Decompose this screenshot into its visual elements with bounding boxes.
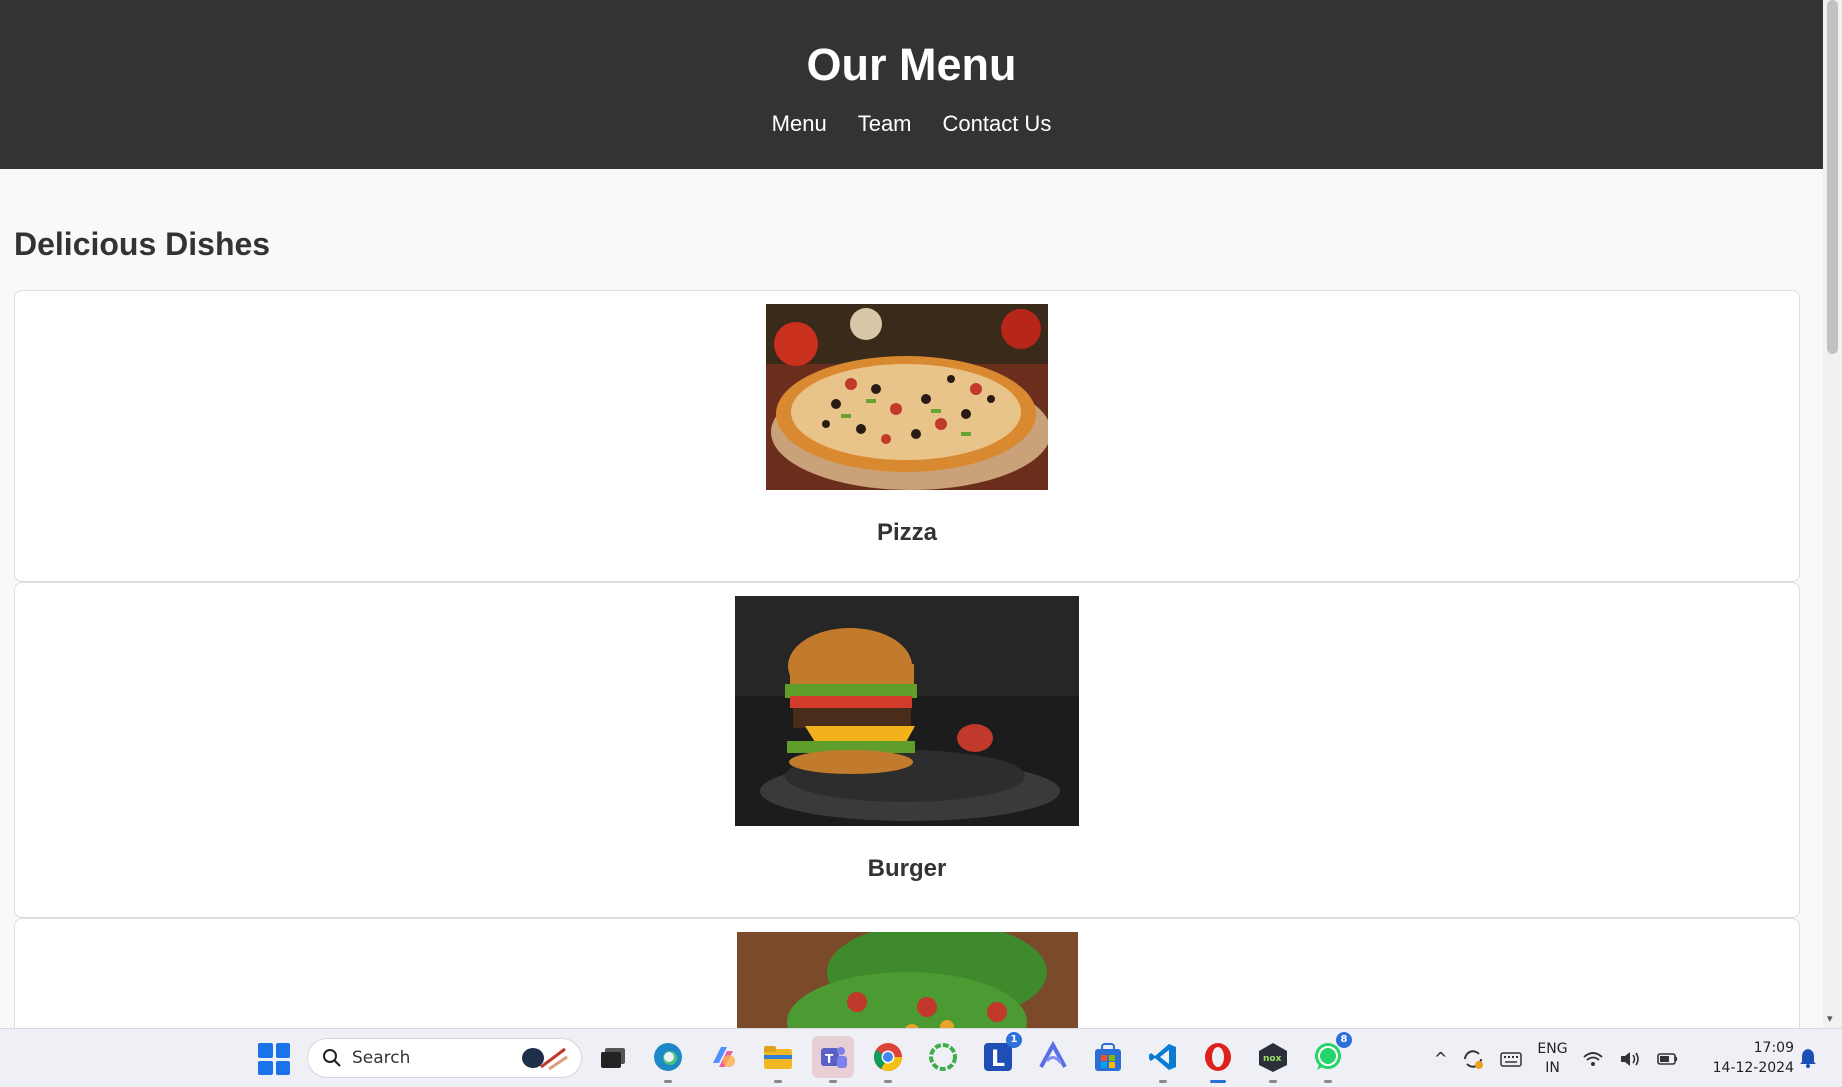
teams-icon[interactable]: T — [812, 1036, 854, 1083]
dish-card-salad[interactable] — [14, 918, 1800, 1028]
burger-image — [735, 596, 1079, 826]
nav-link-menu[interactable]: Menu — [772, 111, 827, 137]
main-nav: Menu Team Contact Us — [0, 111, 1823, 137]
opera-icon[interactable] — [1197, 1036, 1239, 1083]
volume-icon[interactable] — [1618, 1049, 1642, 1069]
dish-list: Pizza Burger — [14, 290, 1800, 1028]
pizza-image — [766, 304, 1048, 490]
whatsapp-icon[interactable]: 8 — [1307, 1032, 1352, 1083]
taskbar: Search T L 1 nox 8 ^ ENG IN 17:09 14-12-… — [0, 1028, 1842, 1087]
chrome-icon[interactable] — [867, 1036, 909, 1083]
nav-link-contact[interactable]: Contact Us — [943, 111, 1052, 137]
search-highlight-icon — [522, 1047, 568, 1071]
edge-icon[interactable] — [647, 1036, 689, 1083]
salad-image — [736, 932, 1078, 1028]
sync-icon[interactable] — [1461, 1047, 1485, 1071]
chevron-up-icon[interactable]: ^ — [1434, 1049, 1447, 1068]
dish-name: Burger — [867, 855, 947, 882]
battery-icon[interactable] — [1656, 1049, 1680, 1069]
section-title: Delicious Dishes — [14, 226, 271, 262]
dish-card-burger[interactable]: Burger — [14, 582, 1800, 918]
keyboard-icon[interactable] — [1499, 1049, 1523, 1069]
page-scrollbar[interactable]: ▾ — [1823, 0, 1842, 1028]
dish-name: Pizza — [876, 519, 938, 546]
search-icon — [323, 1049, 341, 1067]
arc-icon[interactable] — [1032, 1036, 1074, 1078]
svg-text:nox: nox — [1263, 1054, 1282, 1064]
vscode-icon[interactable] — [1142, 1036, 1184, 1083]
store-icon[interactable] — [1087, 1036, 1129, 1078]
scrollbar-thumb[interactable] — [1827, 0, 1838, 354]
windows-start-icon[interactable] — [258, 1043, 290, 1075]
notification-bell-icon[interactable] — [1798, 1047, 1818, 1069]
task-view-icon[interactable] — [592, 1036, 634, 1078]
scroll-down-arrow-icon[interactable]: ▾ — [1827, 1012, 1833, 1025]
system-tray: ^ ENG IN — [1430, 1029, 1680, 1087]
browser-viewport: Our Menu Menu Team Contact Us Delicious … — [0, 0, 1823, 1028]
svg-text:L: L — [991, 1047, 1005, 1072]
site-header: Our Menu Menu Team Contact Us — [0, 0, 1823, 169]
l-app-icon[interactable]: L 1 — [977, 1032, 1022, 1078]
clock-time: 17:09 — [1753, 1040, 1794, 1056]
circle-app-icon[interactable] — [922, 1036, 964, 1078]
wifi-icon[interactable] — [1582, 1049, 1604, 1069]
language-indicator[interactable]: ENG IN — [1537, 1040, 1567, 1078]
nox-icon[interactable]: nox — [1252, 1036, 1294, 1083]
svg-text:T: T — [825, 1052, 834, 1066]
taskbar-apps: T L 1 nox 8 — [592, 1032, 1352, 1083]
search-placeholder: Search — [352, 1048, 411, 1068]
taskbar-search[interactable]: Search — [307, 1038, 582, 1078]
clock[interactable]: 17:09 14-12-2024 — [1702, 1038, 1794, 1078]
file-explorer-icon[interactable] — [757, 1036, 799, 1083]
copilot-icon[interactable] — [702, 1036, 744, 1078]
dish-card-pizza[interactable]: Pizza — [14, 290, 1800, 582]
nav-link-team[interactable]: Team — [858, 111, 912, 137]
clock-date: 14-12-2024 — [1712, 1060, 1794, 1076]
page-title: Our Menu — [806, 39, 1017, 90]
